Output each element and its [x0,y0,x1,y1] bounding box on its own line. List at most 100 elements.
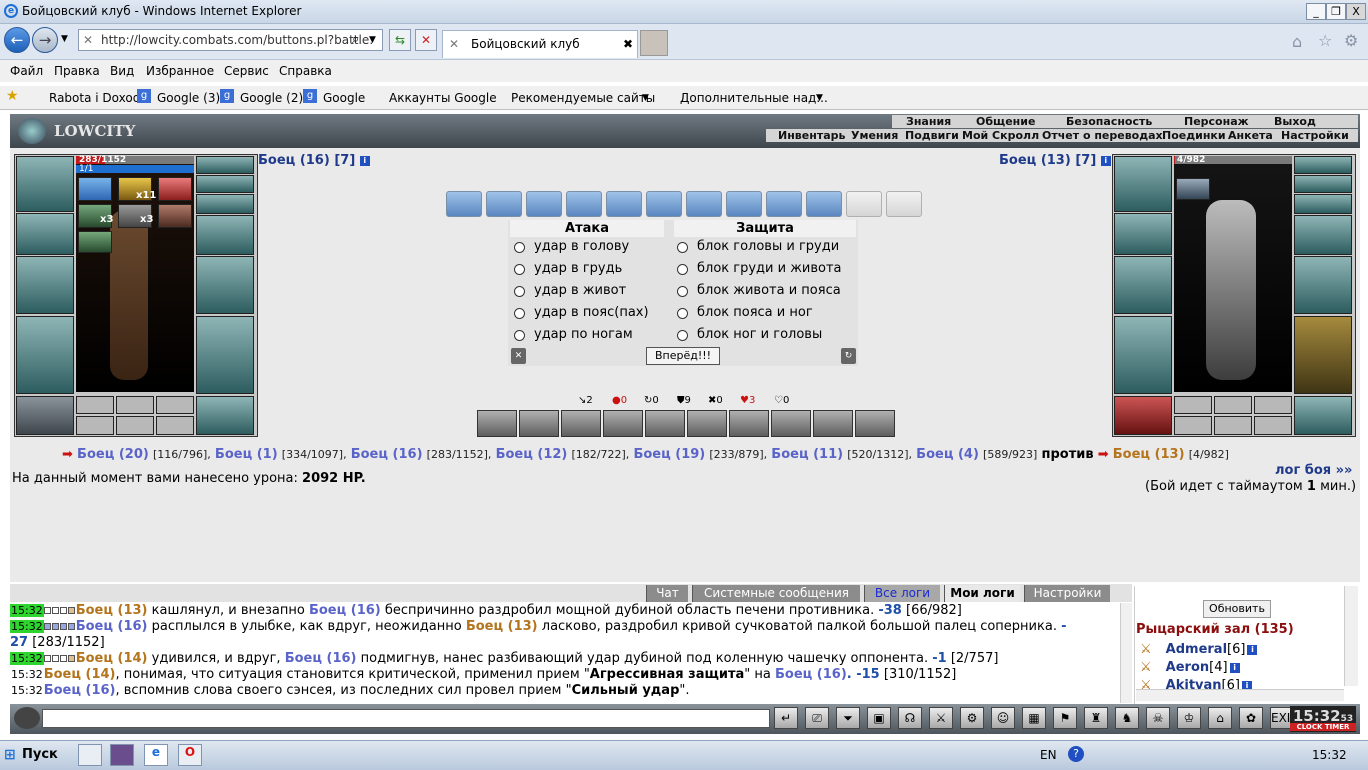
menu-security[interactable]: Безопасность [1066,115,1152,128]
tactic-slot[interactable] [561,410,601,437]
tab-my-logs[interactable]: Мои логи [944,585,1020,602]
tactic-slot[interactable] [729,410,769,437]
armor-slot[interactable] [16,316,74,394]
log-fighter[interactable]: Боец (13) [76,603,148,618]
log-fighter[interactable]: Боец (13) [466,619,538,634]
log-fighter[interactable]: Боец (14) [76,651,148,666]
start-button[interactable]: ⊞ Пуск [2,743,58,767]
scroll-slot[interactable] [766,191,802,217]
refresh-button[interactable]: ⇆ [389,29,411,51]
help-icon[interactable]: ? [1068,746,1084,762]
refresh-icon[interactable]: ↻ [841,348,856,364]
taskbar-opera-icon[interactable]: O [178,744,202,766]
menu-inventory[interactable]: Инвентарь [778,129,845,142]
ring-slot[interactable] [156,396,194,414]
room-user[interactable]: ⚔ Aeron[4] i [1140,660,1240,675]
weapon-slot[interactable] [16,256,74,314]
forward-button[interactable]: → [32,27,58,53]
leggings-slot[interactable] [196,316,254,394]
menu-file[interactable]: Файл [10,64,43,78]
log-fighter[interactable]: Боец (16) [285,651,357,666]
menu-knowledge[interactable]: Знания [906,115,951,128]
attack-radio[interactable] [514,264,525,275]
menu-transfer-report[interactable]: Отчет о переводах [1042,129,1163,142]
taskbar-app-icon[interactable] [78,744,102,766]
team1-fighter[interactable]: Боец (19) [633,447,705,462]
fav-addons[interactable]: Дополнительные над... [680,91,828,105]
team1-fighter[interactable]: Боец (1) [215,447,278,462]
taskbar-app-icon[interactable] [110,744,134,766]
chat-input[interactable] [42,709,770,728]
scroll-slot[interactable] [886,191,922,217]
user-name[interactable]: Aeron [1166,660,1209,675]
fav-google-3[interactable]: Google (3) [157,91,220,105]
info-icon[interactable]: i [1100,156,1111,166]
scroll-slot[interactable] [726,191,762,217]
shield-slot[interactable] [196,256,254,314]
buff-green-icon[interactable] [78,231,112,253]
menu-profile[interactable]: Анкета [1228,129,1273,142]
language-indicator[interactable]: EN [1040,748,1057,762]
chat-tool-button[interactable]: ▣ [867,707,891,729]
scroll-slot[interactable] [606,191,642,217]
scroll-slot[interactable] [806,191,842,217]
favorites-icon[interactable]: ★ [6,88,19,104]
chat-tool-button[interactable]: ☠ [1146,707,1170,729]
menu-edit[interactable]: Правка [54,64,100,78]
menu-tools[interactable]: Сервис [224,64,269,78]
battle-log-link[interactable]: лог боя »» [1275,463,1352,478]
log-fighter[interactable]: Боец (16) [76,619,148,634]
earring-slot[interactable] [196,156,254,174]
menu-view[interactable]: Вид [110,64,134,78]
tab-all-logs[interactable]: Все логи [864,585,940,602]
menu-help[interactable]: Справка [279,64,332,78]
team1-fighter[interactable]: Боец (20) [77,447,149,462]
attack-radio[interactable] [514,286,525,297]
fav-suggested-sites[interactable]: Рекомендуемые сайты [511,91,655,105]
log-fighter[interactable]: Боец (16) [44,683,116,698]
minimize-button[interactable]: _ [1306,3,1326,20]
chat-tool-button[interactable]: ♜ [1084,707,1108,729]
info-icon[interactable]: i [1229,663,1240,673]
team2-fighter[interactable]: Боец (13) [1113,447,1185,462]
log-fighter[interactable]: Боец (14) [44,667,116,682]
enemy-name-link[interactable]: Боец (13) [7] i [999,153,1111,168]
chevron-down-icon[interactable]: ▼ [816,93,823,103]
amulet-slot[interactable] [196,175,254,193]
fav-google[interactable]: Google [323,91,365,105]
menu-exit[interactable]: Выход [1274,115,1316,128]
user-name[interactable]: Admeral [1166,642,1227,657]
chat-tool-button[interactable]: ⏷ [836,707,860,729]
attack-radio[interactable] [514,242,525,253]
buff-potion-icon[interactable] [158,177,192,201]
chat-tool-button[interactable]: ⚙ [960,707,984,729]
scroll-slot[interactable] [446,191,482,217]
tab-chat[interactable]: Чат [646,585,688,602]
menu-character[interactable]: Персонаж [1184,115,1249,128]
buff-ice-icon[interactable] [78,177,112,201]
address-dropdown-icon[interactable]: ▼ [369,35,376,45]
tactic-slot[interactable] [477,410,517,437]
bracer-slot[interactable] [16,213,74,255]
team1-fighter[interactable]: Боец (11) [771,447,843,462]
chat-tool-button[interactable]: ⚑ [1053,707,1077,729]
tactic-slot[interactable] [855,410,895,437]
scroll-slot[interactable] [486,191,522,217]
shield-icon[interactable]: ✕ [511,348,526,364]
helmet-slot[interactable] [16,156,74,212]
scroll-slot[interactable] [566,191,602,217]
chat-tool-button[interactable]: ♔ [1177,707,1201,729]
chat-tool-button[interactable]: ☊ [898,707,922,729]
chat-tool-button[interactable]: ⎚ [805,707,829,729]
tactic-slot[interactable] [645,410,685,437]
rune-slot[interactable] [116,416,154,435]
rune-slot[interactable] [76,416,114,435]
tactic-slot[interactable] [519,410,559,437]
scroll-slot[interactable] [686,191,722,217]
tactic-slot[interactable] [771,410,811,437]
history-dropdown-icon[interactable]: ▼ [61,34,68,44]
defense-radio[interactable] [677,330,688,341]
scroll-slot[interactable] [646,191,682,217]
address-bar[interactable]: http://lowcity.combats.com/buttons.pl?ba… [78,29,383,51]
ring-slot[interactable] [116,396,154,414]
